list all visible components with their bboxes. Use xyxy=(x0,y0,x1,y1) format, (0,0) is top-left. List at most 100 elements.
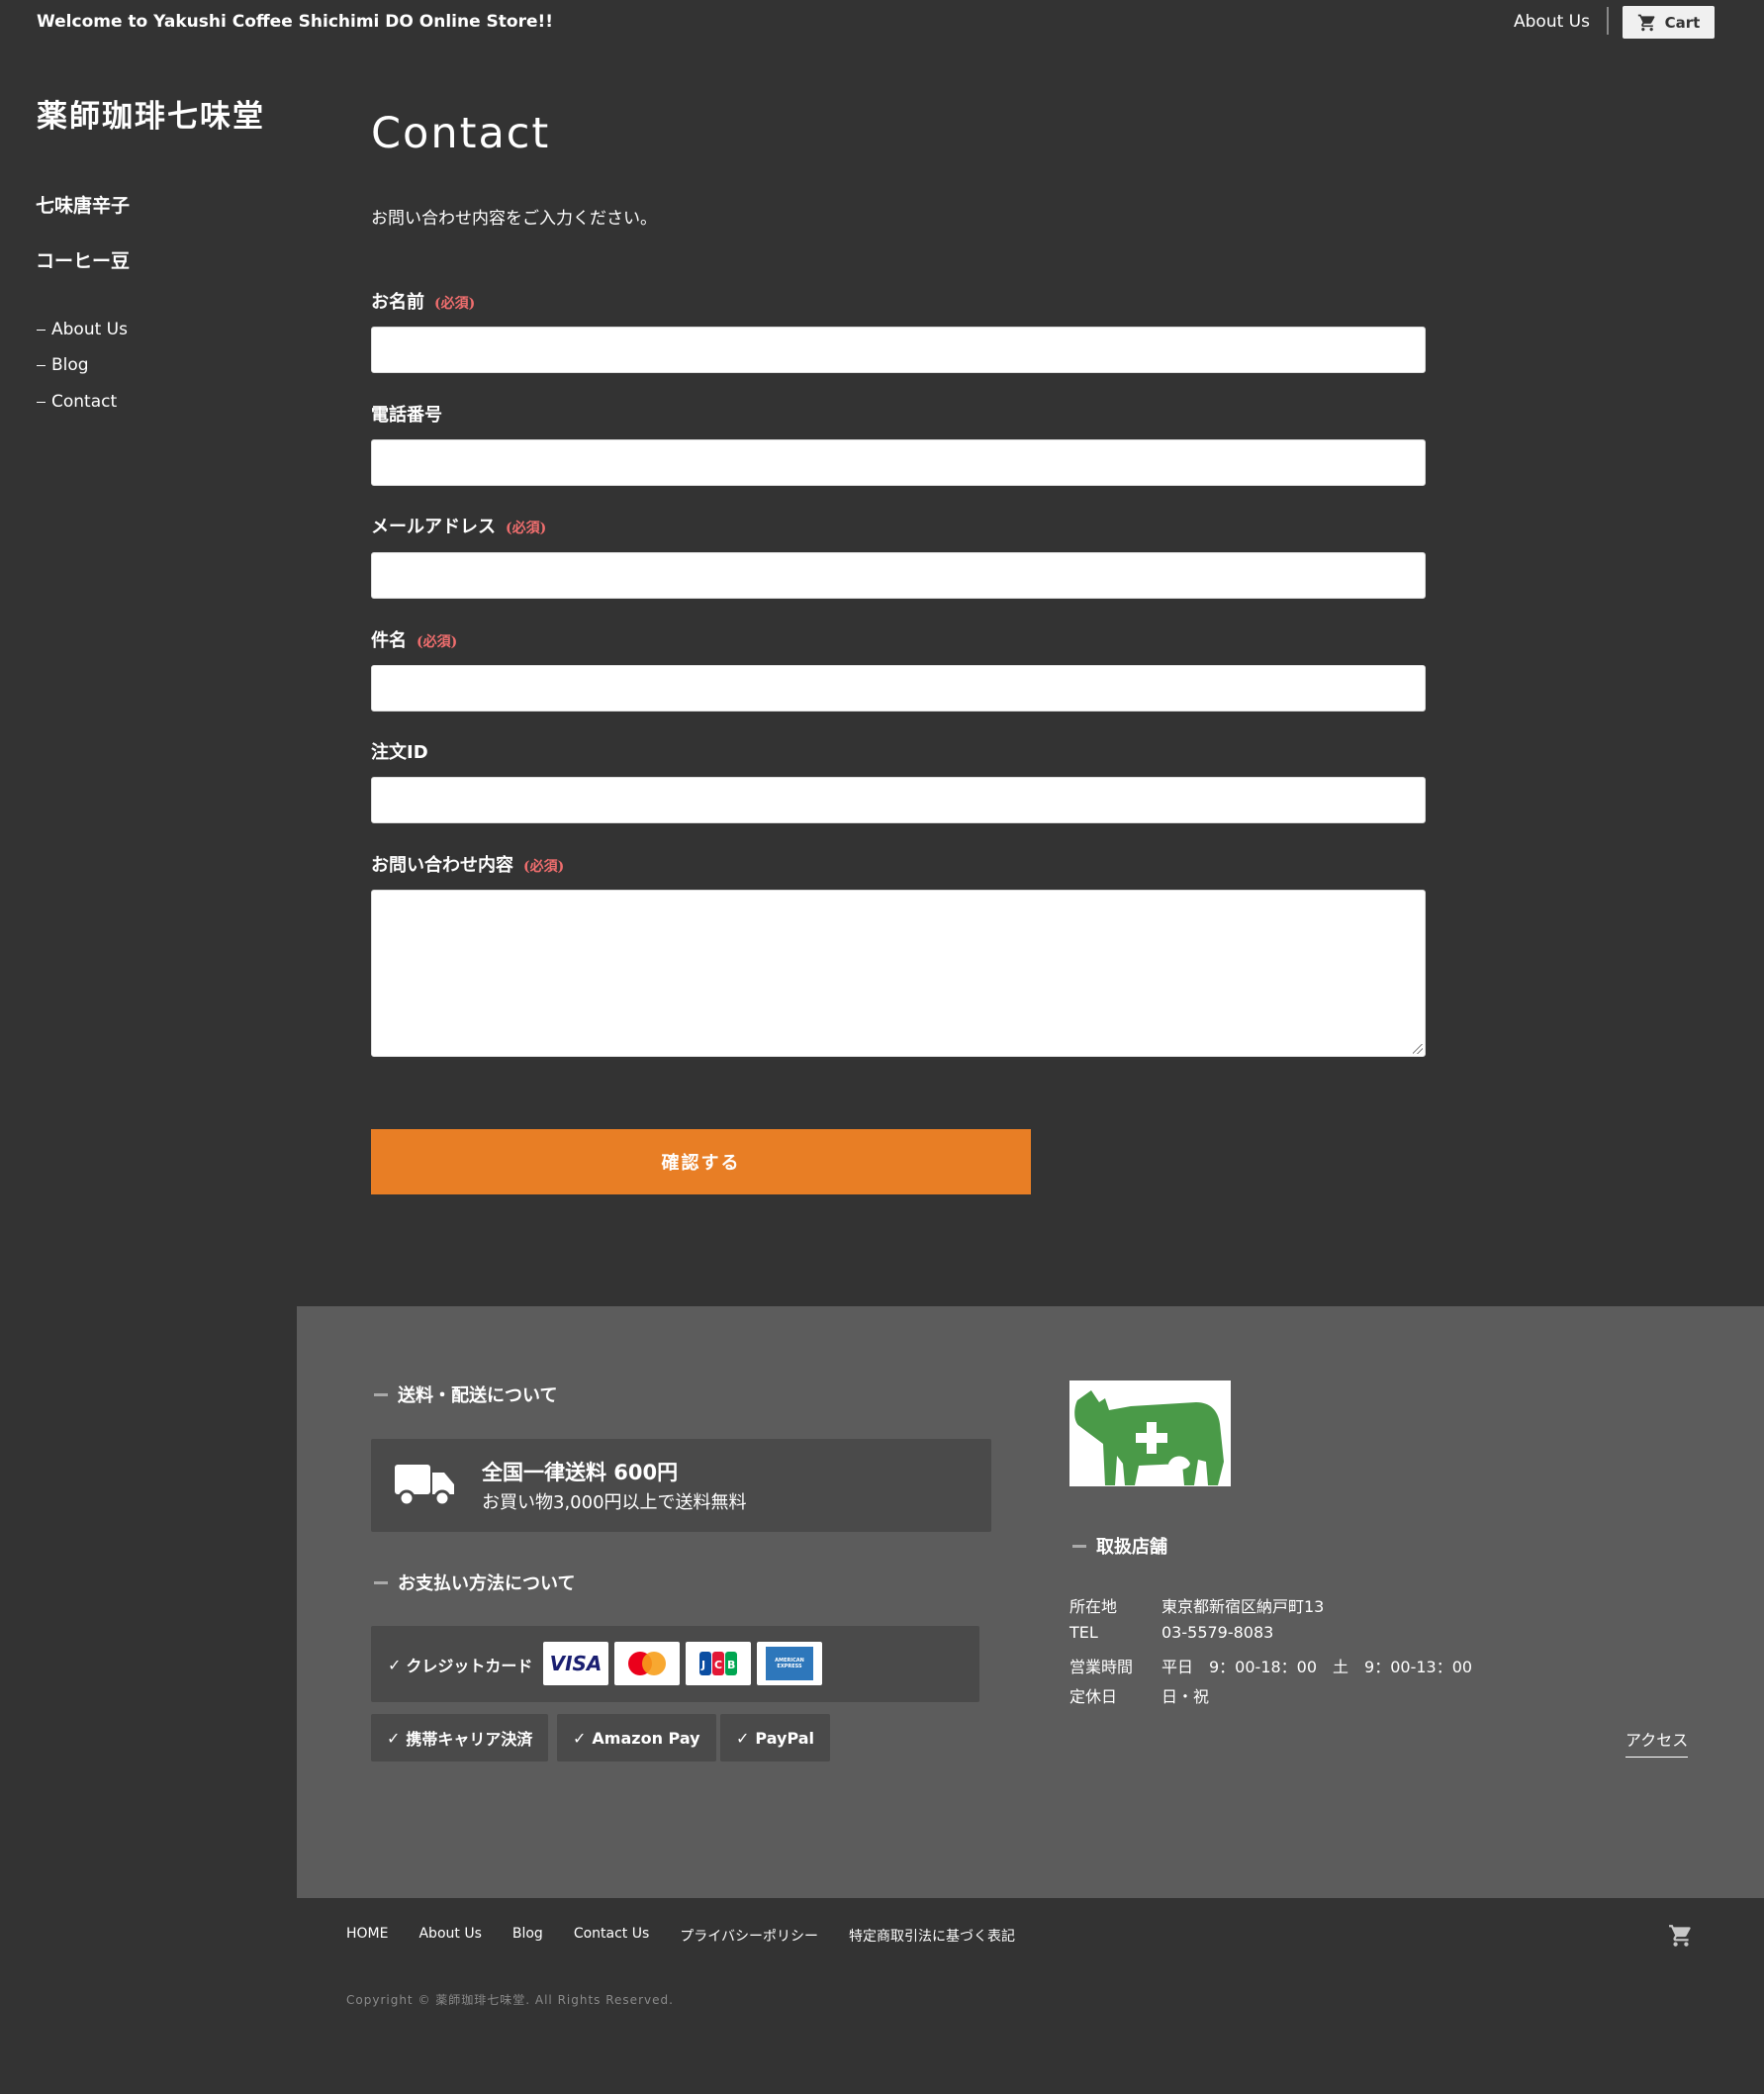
footer-info: 送料・配送について 全国一律送料 600円 お買い物3,000円以上で送料無料 … xyxy=(297,1306,1764,1898)
footer-nav-privacy[interactable]: プライバシーポリシー xyxy=(680,1926,818,1946)
check-icon: ✓ xyxy=(388,1655,402,1674)
shipping-fee: 全国一律送料 600円 xyxy=(482,1461,679,1484)
mastercard-logo xyxy=(614,1642,680,1685)
dash-marker xyxy=(37,364,46,366)
paypal-chip: ✓ PayPal xyxy=(720,1714,831,1761)
store-heading: 取扱店舗 xyxy=(1072,1533,1167,1559)
amex-text: AMERICAN EXPRESS xyxy=(775,1658,804,1669)
confirm-button[interactable]: 確認する xyxy=(371,1129,1031,1194)
svg-text:B: B xyxy=(727,1659,735,1671)
store-row-value: 03-5579-8083 xyxy=(1161,1623,1274,1642)
amex-badge: AMERICAN EXPRESS xyxy=(766,1647,813,1680)
store-row-key: 所在地 xyxy=(1069,1597,1118,1616)
required-badge: (必須) xyxy=(506,521,547,536)
sidebar-link-about[interactable]: About Us xyxy=(37,320,128,339)
dash-marker xyxy=(37,329,46,331)
store-tel-row: TEL 03-5579-8083 xyxy=(1069,1623,1273,1642)
name-input[interactable] xyxy=(371,327,1426,373)
amex-logo: AMERICAN EXPRESS xyxy=(757,1642,822,1685)
required-badge: (必須) xyxy=(523,859,565,875)
message-textarea[interactable] xyxy=(371,890,1426,1057)
check-icon: ✓ xyxy=(736,1728,750,1748)
truck-icon xyxy=(395,1465,454,1507)
credit-card-text: クレジットカード xyxy=(406,1657,533,1675)
form-intro: お問い合わせ内容をご入力ください。 xyxy=(371,209,657,229)
carrier-payment-chip: ✓ 携帯キャリア決済 xyxy=(371,1714,549,1761)
footer-nav-about[interactable]: About Us xyxy=(418,1926,481,1946)
access-link[interactable]: アクセス xyxy=(1625,1727,1689,1758)
heading-bar xyxy=(374,1580,388,1584)
amazon-pay-chip: ✓ Amazon Pay xyxy=(557,1714,716,1761)
store-row-key: 定休日 xyxy=(1069,1687,1118,1706)
amazon-pay-text: Amazon Pay xyxy=(592,1728,700,1748)
store-row-value: 平日 9：00-18：00 土 9：00-13：00 xyxy=(1161,1658,1473,1676)
cart-button[interactable]: Cart xyxy=(1623,6,1715,39)
store-row-key: 営業時間 xyxy=(1069,1658,1134,1676)
sidebar-link-label: Contact xyxy=(51,392,118,412)
dash-marker xyxy=(37,401,46,403)
email-label: メールアドレス (必須) xyxy=(371,513,546,538)
payment-heading: お支払い方法について xyxy=(374,1570,575,1595)
footer-nav-home[interactable]: HOME xyxy=(346,1926,388,1946)
sidebar-link-label: About Us xyxy=(51,320,128,339)
store-heading-text: 取扱店舗 xyxy=(1096,1537,1167,1558)
field-label-text: 電話番号 xyxy=(371,405,442,426)
check-icon: ✓ xyxy=(573,1728,587,1748)
footer-nav-contact[interactable]: Contact Us xyxy=(574,1926,649,1946)
jcb-icon: J C B xyxy=(699,1652,737,1675)
store-holiday-row: 定休日 日・祝 xyxy=(1069,1683,1209,1707)
footer-cart-icon[interactable] xyxy=(1667,1923,1695,1949)
store-hours-row: 営業時間 平日 9：00-18：00 土 9：00-13：00 xyxy=(1069,1654,1472,1677)
page-title: Contact xyxy=(371,109,551,158)
heading-bar xyxy=(374,1392,388,1396)
name-label: お名前 (必須) xyxy=(371,288,475,314)
sidebar-link-contact[interactable]: Contact xyxy=(37,392,117,412)
category-shichimi[interactable]: 七味唐辛子 xyxy=(36,191,130,218)
store-logo[interactable]: 薬師珈琲七味堂 xyxy=(37,91,265,136)
resize-handle[interactable] xyxy=(1413,1044,1423,1054)
shipping-heading-text: 送料・配送について xyxy=(398,1385,558,1406)
field-label-text: 注文ID xyxy=(371,742,428,763)
visa-logo: VISA xyxy=(543,1642,608,1685)
order-id-label: 注文ID xyxy=(371,738,428,764)
cart-label: Cart xyxy=(1664,13,1701,32)
sidebar-link-blog[interactable]: Blog xyxy=(37,355,89,375)
subject-input[interactable] xyxy=(371,665,1426,712)
check-icon: ✓ xyxy=(387,1728,401,1748)
store-row-value: 日・祝 xyxy=(1161,1687,1210,1706)
shipping-heading: 送料・配送について xyxy=(374,1381,557,1407)
category-coffee-beans[interactable]: コーヒー豆 xyxy=(36,246,130,273)
field-label-text: お問い合わせ内容 xyxy=(371,855,513,876)
footer-nav: HOME About Us Blog Contact Us プライバシーポリシー… xyxy=(346,1926,1015,1946)
phone-label: 電話番号 xyxy=(371,401,442,427)
field-label-text: お名前 xyxy=(371,292,424,313)
mastercard-icon xyxy=(628,1652,666,1675)
footer-nav-legal[interactable]: 特定商取引法に基づく表記 xyxy=(849,1926,1015,1946)
svg-text:C: C xyxy=(714,1659,722,1671)
order-id-input[interactable] xyxy=(371,777,1426,823)
shipping-box: 全国一律送料 600円 お買い物3,000円以上で送料無料 xyxy=(371,1439,991,1532)
carrier-payment-text: 携帯キャリア決済 xyxy=(406,1730,533,1749)
required-badge: (必須) xyxy=(417,634,458,650)
visa-text: VISA xyxy=(549,1652,603,1675)
phone-input[interactable] xyxy=(371,439,1426,486)
payment-heading-text: お支払い方法について xyxy=(398,1573,576,1594)
top-bar: Welcome to Yakushi Coffee Shichimi DO On… xyxy=(0,0,1764,46)
field-label-text: メールアドレス xyxy=(371,517,496,537)
store-address-row: 所在地 東京都新宿区納戸町13 xyxy=(1069,1593,1324,1617)
svg-text:J: J xyxy=(700,1659,705,1671)
required-badge: (必須) xyxy=(434,296,476,312)
cart-icon xyxy=(1637,14,1655,31)
email-input[interactable] xyxy=(371,552,1426,599)
store-row-value: 東京都新宿区納戸町13 xyxy=(1161,1597,1325,1616)
header-divider xyxy=(1607,7,1609,35)
credit-card-label: ✓ クレジットカード xyxy=(388,1653,532,1676)
field-label-text: 件名 xyxy=(371,630,407,651)
copyright: Copyright © 薬師珈琲七味堂. All Rights Reserved… xyxy=(346,1993,674,2007)
paypal-text: PayPal xyxy=(755,1728,815,1748)
header-about-link[interactable]: About Us xyxy=(1514,12,1590,32)
footer-nav-blog[interactable]: Blog xyxy=(512,1926,543,1946)
credit-card-box: ✓ クレジットカード VISA J C B AMERICAN EXPRESS xyxy=(371,1626,979,1702)
shipping-free-note: お買い物3,000円以上で送料無料 xyxy=(482,1492,747,1513)
sidebar-link-label: Blog xyxy=(51,355,89,375)
